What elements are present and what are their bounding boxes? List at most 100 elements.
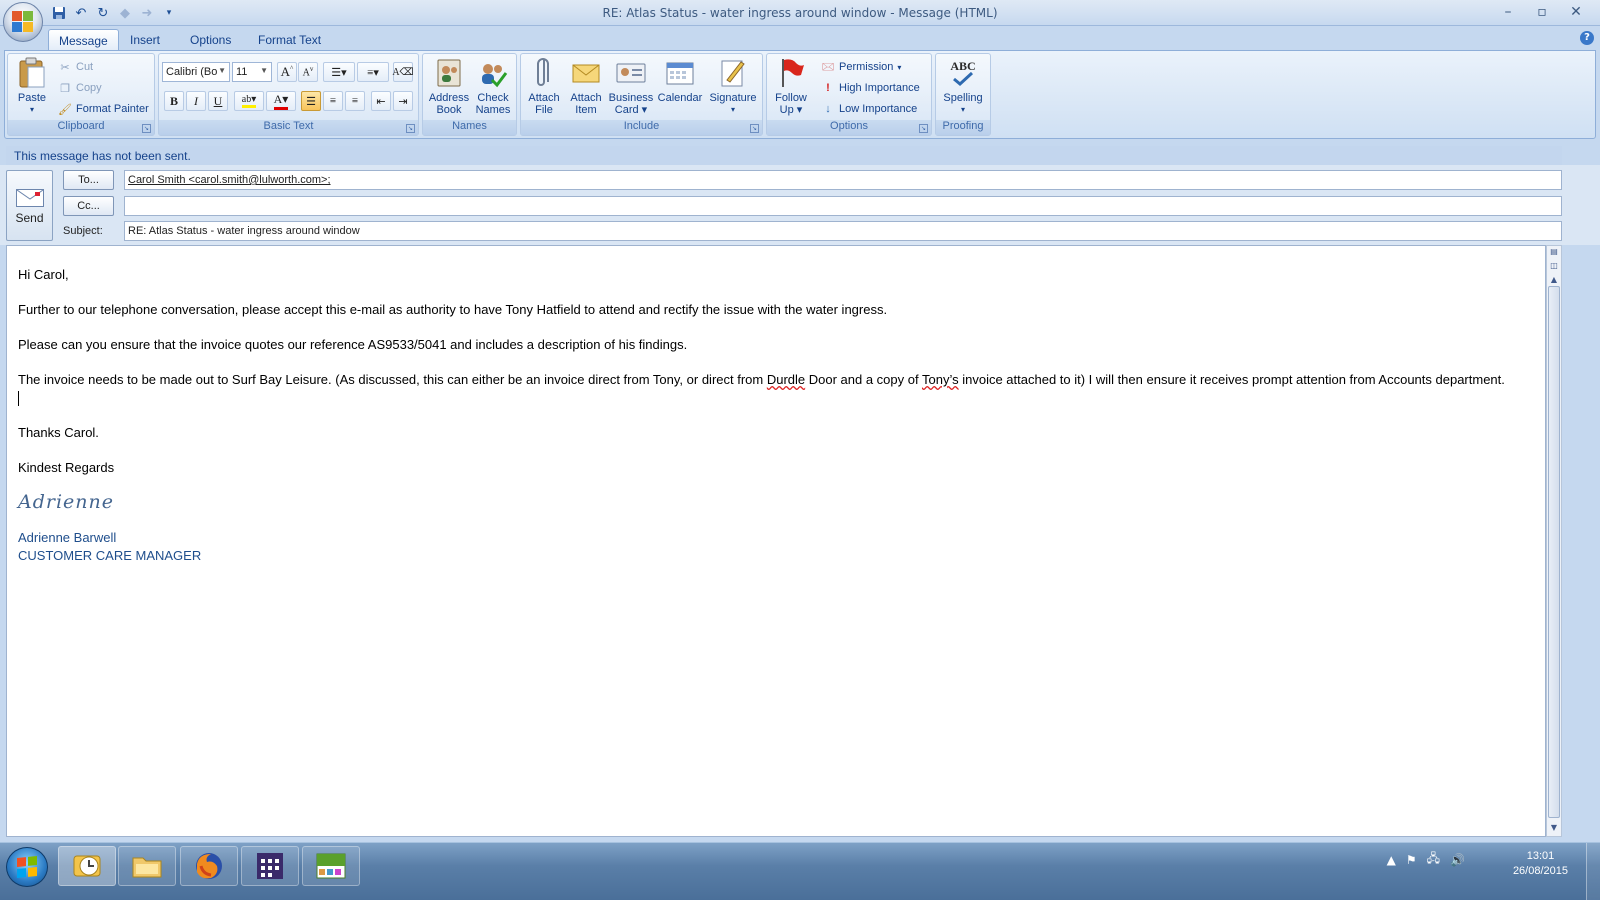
message-body[interactable]: Hi Carol, Further to our telephone conve… <box>6 245 1546 837</box>
scroll-down-icon[interactable]: ▼ <box>1548 822 1560 834</box>
underline-button[interactable]: U <box>208 91 228 111</box>
taskbar-outlook[interactable] <box>58 846 116 886</box>
taskbar-calendar-app[interactable] <box>241 846 299 886</box>
tab-message[interactable]: Message <box>48 29 119 51</box>
office-button[interactable] <box>3 2 43 42</box>
bold-button[interactable]: B <box>164 91 184 111</box>
attach-file-label-1: Attach <box>528 92 560 104</box>
browse-object-icon[interactable]: ◫ <box>1548 260 1560 272</box>
close-button[interactable]: ✕ <box>1560 2 1592 22</box>
minimize-button[interactable]: – <box>1492 2 1524 22</box>
numbering-button[interactable]: ≡▾ <box>357 62 389 82</box>
follow-up-label-1: Follow <box>775 92 807 104</box>
options-dialog-launcher[interactable]: ↘ <box>919 124 928 133</box>
tab-format-text[interactable]: Format Text <box>248 29 331 51</box>
office-logo-icon <box>12 11 34 33</box>
decrease-indent-button[interactable]: ⇤ <box>371 91 391 111</box>
check-names-button[interactable]: Check Names <box>471 57 515 116</box>
show-desktop-button[interactable] <box>1586 843 1600 900</box>
clipboard-dialog-launcher[interactable]: ↘ <box>142 124 151 133</box>
increase-indent-icon: ⇥ <box>398 95 408 108</box>
bullets-button[interactable]: ☰▾ <box>323 62 355 82</box>
spelling-button[interactable]: ABC Spelling ▾ <box>938 57 988 116</box>
taskbar-firefox[interactable] <box>180 846 238 886</box>
italic-button[interactable]: I <box>186 91 206 111</box>
calendar-button[interactable]: Calendar <box>655 57 705 104</box>
permission-button[interactable]: 🖂 Permission ▾ <box>821 57 902 77</box>
font-color-button[interactable]: A▾ <box>266 91 296 111</box>
clipboard-group-label: Clipboard <box>8 120 154 135</box>
to-field[interactable]: Carol Smith <carol.smith@lulworth.com>; <box>124 170 1562 190</box>
unsent-info-bar: This message has not been sent. <box>6 146 1562 165</box>
tray-expand-icon[interactable]: ▲ <box>1387 853 1396 867</box>
attach-file-button[interactable]: Attach File <box>523 57 565 116</box>
clear-formatting-button[interactable]: A⌫ <box>392 62 414 82</box>
highlight-button[interactable]: ab▾ <box>234 91 264 111</box>
cc-button[interactable]: Cc... <box>63 196 114 216</box>
scroll-up-icon[interactable]: ▲ <box>1548 274 1560 286</box>
sage-icon <box>316 853 346 879</box>
permission-label: Permission <box>839 61 894 73</box>
p3-part-a: The invoice needs to be made out to Surf… <box>18 372 767 387</box>
scroll-thumb[interactable] <box>1548 286 1560 818</box>
p3-part-c: invoice attached to it) I will then ensu… <box>958 372 1505 387</box>
copy-button[interactable]: ❐ Copy <box>58 78 102 98</box>
ruler-toggle-icon[interactable]: ▤ <box>1548 246 1560 258</box>
low-importance-button[interactable]: ↓ Low Importance <box>821 99 917 119</box>
group-basic-text: Calibri (Bo ▼ 11 ▼ A^ Av ☰▾ ≡▾ A⌫ B I U … <box>158 53 419 136</box>
start-button[interactable] <box>6 847 48 887</box>
help-icon[interactable]: ? <box>1580 31 1594 45</box>
action-center-flag-icon[interactable]: ⚑ <box>1406 853 1417 867</box>
font-name-combo[interactable]: Calibri (Bo ▼ <box>162 62 230 82</box>
spelling-label: Spelling <box>943 92 983 104</box>
attach-item-label-1: Attach <box>570 92 602 104</box>
tab-options[interactable]: Options <box>180 29 241 51</box>
shrink-font-button[interactable]: Av <box>298 62 318 82</box>
body-vertical-scrollbar[interactable]: ▤ ◫ ▲ ▼ <box>1546 245 1562 837</box>
misspelled-word[interactable]: Tony’s <box>922 372 959 387</box>
cut-label: Cut <box>76 61 94 73</box>
taskbar-sage[interactable] <box>302 846 360 886</box>
business-card-button[interactable]: Business Card ▾ <box>607 57 655 116</box>
address-book-button[interactable]: Address Book <box>426 57 472 116</box>
check-names-label-2: Names <box>475 104 511 116</box>
subject-field[interactable]: RE: Atlas Status - water ingress around … <box>124 221 1562 241</box>
follow-up-button[interactable]: Follow Up ▾ <box>769 57 813 116</box>
network-icon[interactable]: 🖧 <box>1427 849 1440 870</box>
firefox-icon <box>196 853 222 879</box>
outlook-clock-icon <box>73 855 101 877</box>
increase-indent-button[interactable]: ⇥ <box>393 91 413 111</box>
tab-insert[interactable]: Insert <box>120 29 170 51</box>
clipboard-icon <box>17 57 47 89</box>
maximize-button[interactable]: ▫ <box>1526 2 1558 22</box>
to-recipient[interactable]: Carol Smith <carol.smith@lulworth.com>; <box>128 174 331 186</box>
attach-file-label-2: File <box>535 104 553 116</box>
align-right-button[interactable]: ≡ <box>345 91 365 111</box>
paste-button[interactable]: Paste ▾ <box>12 57 52 116</box>
taskbar-explorer[interactable] <box>118 846 176 886</box>
volume-icon[interactable]: 🔊 <box>1450 853 1465 867</box>
signature-button[interactable]: Signature ▾ <box>705 57 761 116</box>
format-painter-button[interactable]: 🖌 Format Painter <box>58 99 149 119</box>
font-size-combo[interactable]: 11 ▼ <box>232 62 272 82</box>
scissors-icon: ✂ <box>60 61 70 74</box>
cc-field[interactable] <box>124 196 1562 216</box>
names-group-label: Names <box>423 120 516 135</box>
misspelled-word[interactable]: Durdle <box>767 372 805 387</box>
attach-item-button[interactable]: Attach Item <box>565 57 607 116</box>
taskbar-clock[interactable]: 13:01 26/08/2015 <box>1513 849 1568 879</box>
include-dialog-launcher[interactable]: ↘ <box>750 124 759 133</box>
to-button[interactable]: To... <box>63 170 114 190</box>
group-names: Address Book Check Names Names <box>422 53 517 136</box>
copy-icon: ❐ <box>60 82 70 95</box>
align-center-button[interactable]: ≡ <box>323 91 343 111</box>
align-left-button[interactable]: ☰ <box>301 91 321 111</box>
grow-font-button[interactable]: A^ <box>277 62 297 82</box>
cut-button[interactable]: ✂ Cut <box>58 57 93 77</box>
signature-role: CUSTOMER CARE MANAGER <box>18 547 202 563</box>
send-button[interactable]: Send <box>6 170 53 241</box>
business-card-label-2: Card <box>614 104 639 116</box>
calendar-icon <box>665 57 695 89</box>
high-importance-button[interactable]: ! High Importance <box>821 78 920 98</box>
basic-text-dialog-launcher[interactable]: ↘ <box>406 124 415 133</box>
